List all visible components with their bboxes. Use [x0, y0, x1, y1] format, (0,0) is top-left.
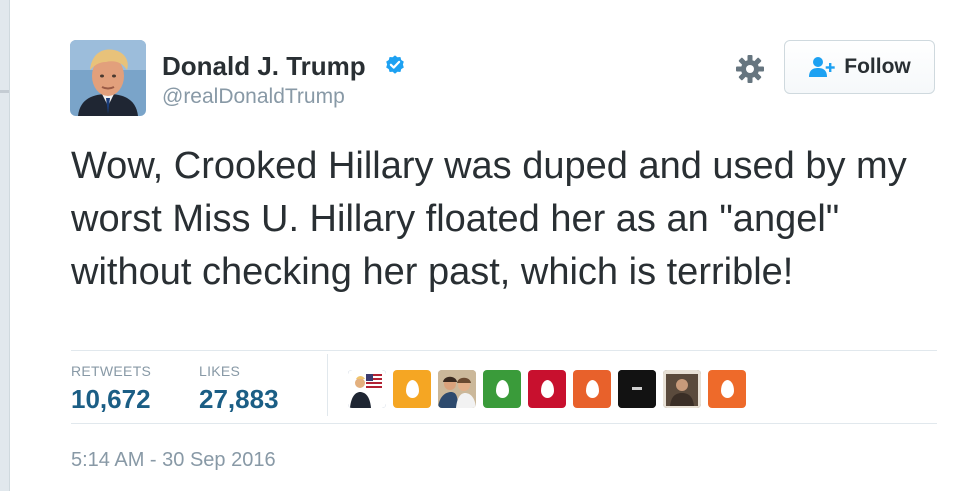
liker-avatars — [348, 370, 746, 408]
profile-avatar[interactable] — [70, 40, 146, 116]
left-rail-mark — [0, 90, 9, 93]
egg-icon — [540, 380, 554, 398]
liker-avatar[interactable] — [573, 370, 611, 408]
left-rail — [0, 0, 10, 491]
verified-badge-icon — [386, 55, 404, 74]
liker-avatar[interactable] — [618, 370, 656, 408]
likes-count[interactable]: 27,883 — [199, 384, 279, 415]
retweets-count[interactable]: 10,672 — [71, 384, 151, 415]
liker-avatar[interactable] — [708, 370, 746, 408]
tweet-timestamp[interactable]: 5:14 AM - 30 Sep 2016 — [71, 449, 276, 472]
egg-icon — [405, 380, 419, 398]
liker-avatar[interactable] — [393, 370, 431, 408]
display-name[interactable]: Donald J. Trump — [162, 51, 366, 82]
people-photo — [438, 370, 476, 408]
egg-icon — [720, 380, 734, 398]
egg-icon — [495, 380, 509, 398]
gear-icon[interactable] — [734, 53, 766, 85]
liker-avatar[interactable] — [663, 370, 701, 408]
egg-icon — [585, 380, 599, 398]
likes-label[interactable]: LIKES — [199, 363, 240, 379]
liker-avatar[interactable] — [438, 370, 476, 408]
tweet-text: Wow, Crooked Hillary was duped and used … — [71, 145, 907, 293]
flag-photo — [348, 370, 386, 408]
stats-divider — [327, 354, 328, 416]
portrait-photo — [663, 370, 701, 408]
follow-button-label: Follow — [844, 55, 911, 78]
liker-avatar[interactable] — [483, 370, 521, 408]
add-user-icon — [809, 57, 835, 77]
follow-button[interactable]: Follow — [784, 40, 935, 94]
divider-top — [71, 350, 937, 351]
retweets-label[interactable]: RETWEETS — [71, 363, 151, 379]
liker-avatar[interactable] — [348, 370, 386, 408]
dark-photo — [618, 370, 656, 408]
liker-avatar[interactable] — [528, 370, 566, 408]
user-handle[interactable]: @realDonaldTrump — [162, 85, 345, 109]
divider-bottom — [71, 423, 937, 424]
